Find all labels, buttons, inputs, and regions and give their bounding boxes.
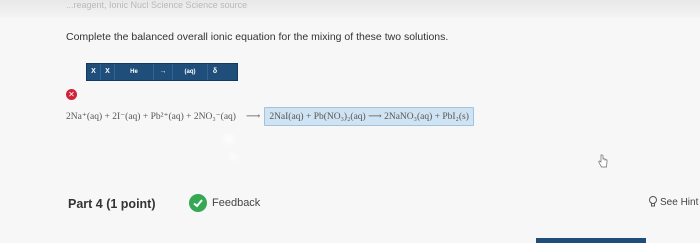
glare-spot [224,134,234,144]
see-hint-link[interactable]: See Hint [660,197,698,208]
incorrect-icon: ✕ [66,89,77,100]
lightbulb-icon[interactable] [648,195,658,209]
check-icon[interactable] [189,194,207,212]
feedback-link[interactable]: Feedback [212,197,260,209]
ionic-equation: 2Na⁺(aq) + 2I⁻(aq) + Pb²⁺(aq) + 2NO₃⁻(aq… [66,105,474,127]
header-crumb: ...reagent, Ionic Nucl Science Science s… [66,0,248,10]
answer-products: 2NaNO₃(aq) + PbI₂(s) [384,111,469,122]
glare-spot [229,153,237,161]
toolbar-arrow-button[interactable]: → [154,64,173,80]
bottom-action-bar[interactable] [536,238,646,243]
toolbar-element-button[interactable]: He [115,64,154,80]
answer-field[interactable]: 2NaI(aq) + Pb(NO₃)₂(aq) ⟶ 2NaNO₃(aq) + P… [264,106,474,126]
equation-reactants: 2Na⁺(aq) + 2I⁻(aq) + Pb²⁺(aq) + 2NO₃⁻(aq… [66,111,236,122]
question-prompt: Complete the balanced overall ionic equa… [66,31,449,43]
equation-arrow: ⟶ [245,110,261,122]
part-label: Part 4 (1 point) [68,197,156,211]
top-strip: ...reagent, Ionic Nucl Science Science s… [0,0,700,18]
checkmark-icon [193,199,203,208]
answer-reactants: 2NaI(aq) + Pb(NO₃)₂(aq) [269,111,366,122]
equation-toolbar: X X He → (aq) δ [86,63,238,81]
toolbar-charge-button[interactable]: δ [208,64,222,80]
hand-cursor-icon [598,154,608,168]
toolbar-clear-button[interactable]: X [87,64,101,80]
answer-arrow: ⟶ [368,111,382,122]
toolbar-delete-button[interactable]: X [101,64,115,80]
toolbar-state-button[interactable]: (aq) [173,64,208,80]
